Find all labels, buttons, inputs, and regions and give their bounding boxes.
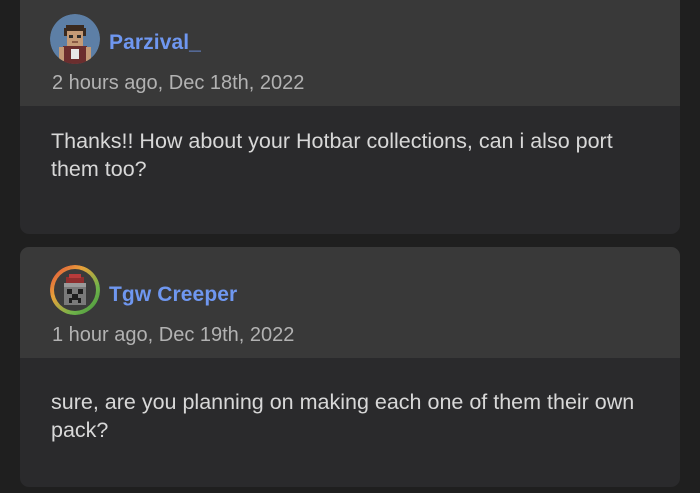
username-link[interactable]: Tgw Creeper xyxy=(109,283,237,307)
comment-header: Tgw Creeper 1 hour ago, Dec 19th, 2022 xyxy=(20,247,680,358)
pixel-character-avatar-icon[interactable] xyxy=(50,14,100,64)
comment-timestamp: 2 hours ago, Dec 18th, 2022 xyxy=(52,72,305,94)
creeper-block-avatar-icon[interactable] xyxy=(50,265,100,315)
comment-card: Tgw Creeper 1 hour ago, Dec 19th, 2022 s… xyxy=(20,247,680,487)
comment-card: Parzival_ 2 hours ago, Dec 18th, 2022 Th… xyxy=(20,0,680,234)
comment-timestamp: 1 hour ago, Dec 19th, 2022 xyxy=(52,324,295,346)
comment-text: Thanks!! How about your Hotbar collectio… xyxy=(51,129,613,181)
comment-header: Parzival_ 2 hours ago, Dec 18th, 2022 xyxy=(20,0,680,106)
comment-text: sure, are you planning on making each on… xyxy=(51,390,635,442)
username-link[interactable]: Parzival_ xyxy=(109,31,201,55)
